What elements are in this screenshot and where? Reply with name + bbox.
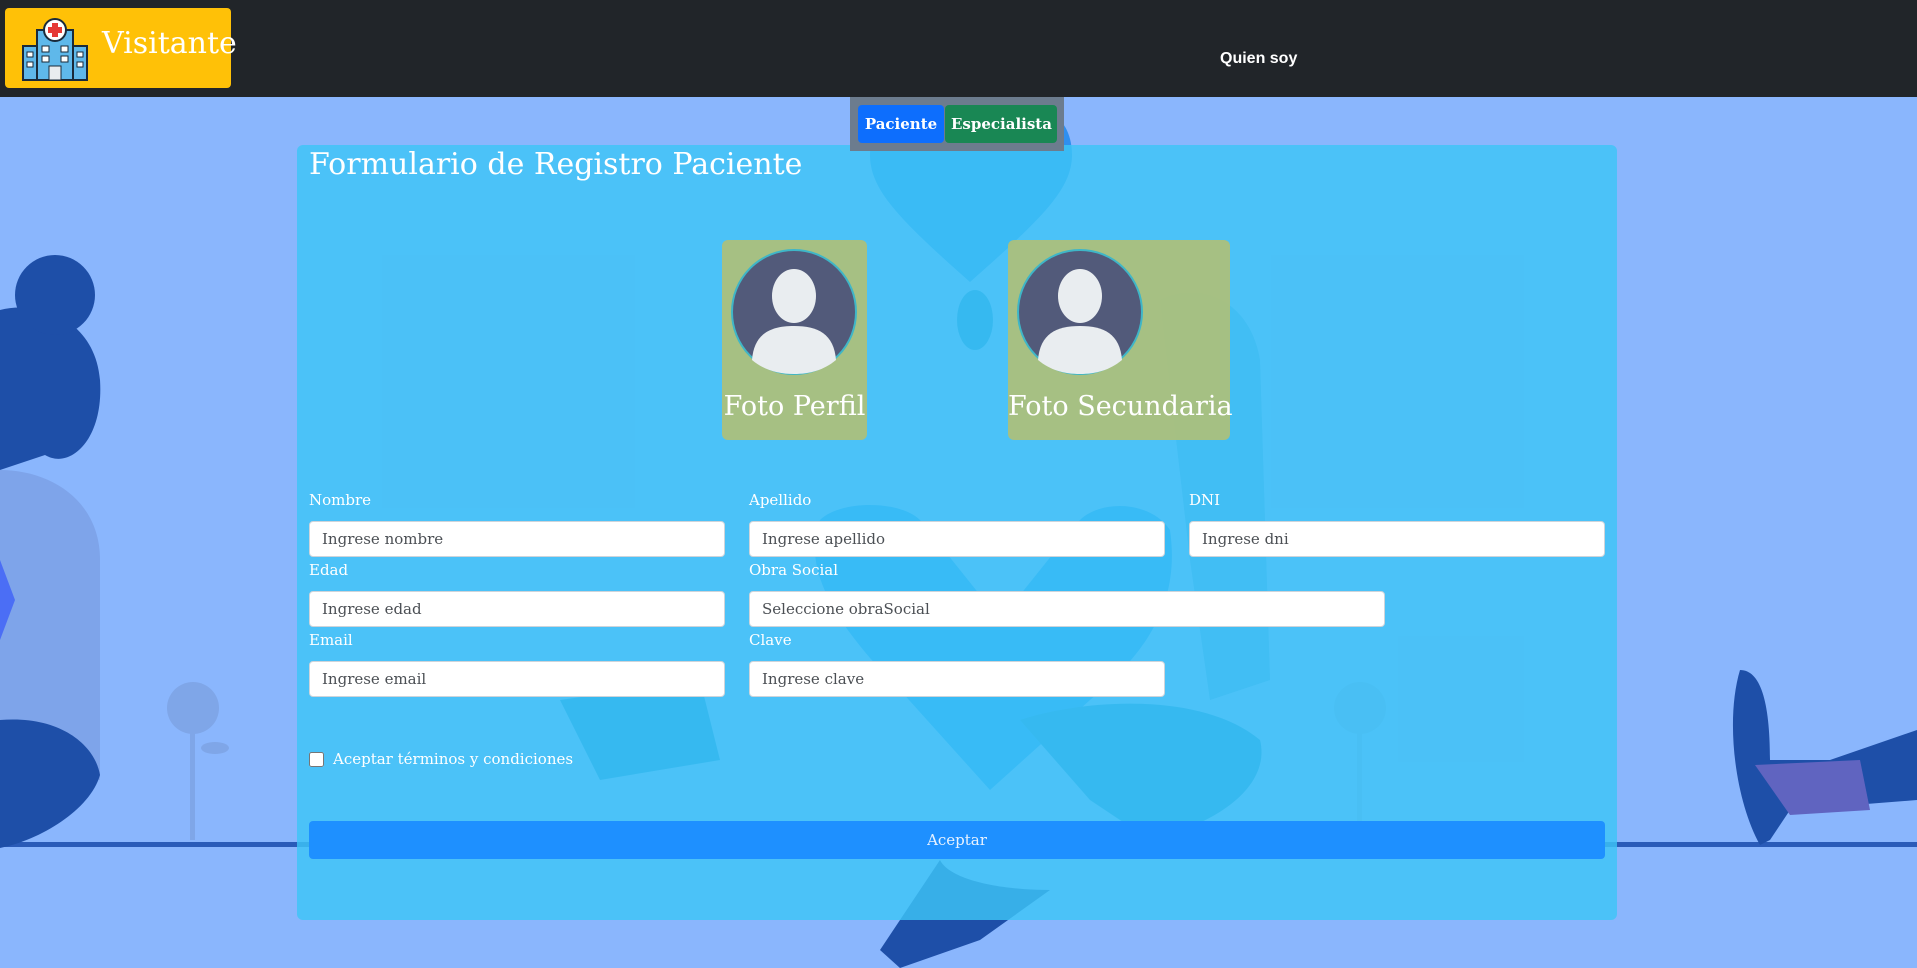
- user-avatar-icon: [730, 248, 858, 380]
- apellido-input[interactable]: [749, 521, 1165, 557]
- aceptar-button[interactable]: Aceptar: [309, 821, 1605, 859]
- especialista-button[interactable]: Especialista: [945, 105, 1057, 143]
- navbar: Visitante Quien soy: [0, 0, 1917, 97]
- edad-input[interactable]: [309, 591, 725, 627]
- page-title: Formulario de Registro Paciente: [309, 147, 803, 182]
- nombre-label: Nombre: [309, 491, 372, 509]
- brand-text: Visitante: [102, 26, 237, 61]
- edad-label: Edad: [309, 561, 349, 579]
- terms-checkbox[interactable]: [309, 751, 324, 767]
- clave-label: Clave: [749, 631, 792, 649]
- clave-input[interactable]: [749, 661, 1165, 697]
- nombre-input[interactable]: [309, 521, 725, 557]
- obra-social-input[interactable]: [749, 591, 1385, 627]
- photo-upload-perfil[interactable]: Foto Perfil: [722, 240, 867, 440]
- apellido-label: Apellido: [749, 491, 812, 509]
- paciente-button[interactable]: Paciente: [858, 105, 944, 143]
- dni-label: DNI: [1189, 491, 1221, 509]
- role-switch: Paciente Especialista: [850, 97, 1064, 151]
- email-input[interactable]: [309, 661, 725, 697]
- brand[interactable]: Visitante: [5, 8, 237, 88]
- photo-upload-secundaria[interactable]: Foto Secundaria: [1008, 240, 1233, 440]
- registration-form: Formulario de Registro Paciente Foto Per…: [297, 145, 1617, 920]
- obra-social-label: Obra Social: [749, 561, 839, 579]
- photo-secundaria-label: Foto Secundaria: [1008, 391, 1233, 422]
- photo-perfil-label: Foto Perfil: [723, 391, 866, 422]
- nav-link-quien-soy[interactable]: Quien soy: [1220, 50, 1297, 68]
- terms-label: Aceptar términos y condiciones: [333, 750, 574, 768]
- terms-row: Aceptar términos y condiciones: [309, 750, 573, 768]
- user-avatar-icon: [1016, 248, 1144, 380]
- email-label: Email: [309, 631, 353, 649]
- dni-input[interactable]: [1189, 521, 1605, 557]
- hospital-icon: [21, 16, 89, 86]
